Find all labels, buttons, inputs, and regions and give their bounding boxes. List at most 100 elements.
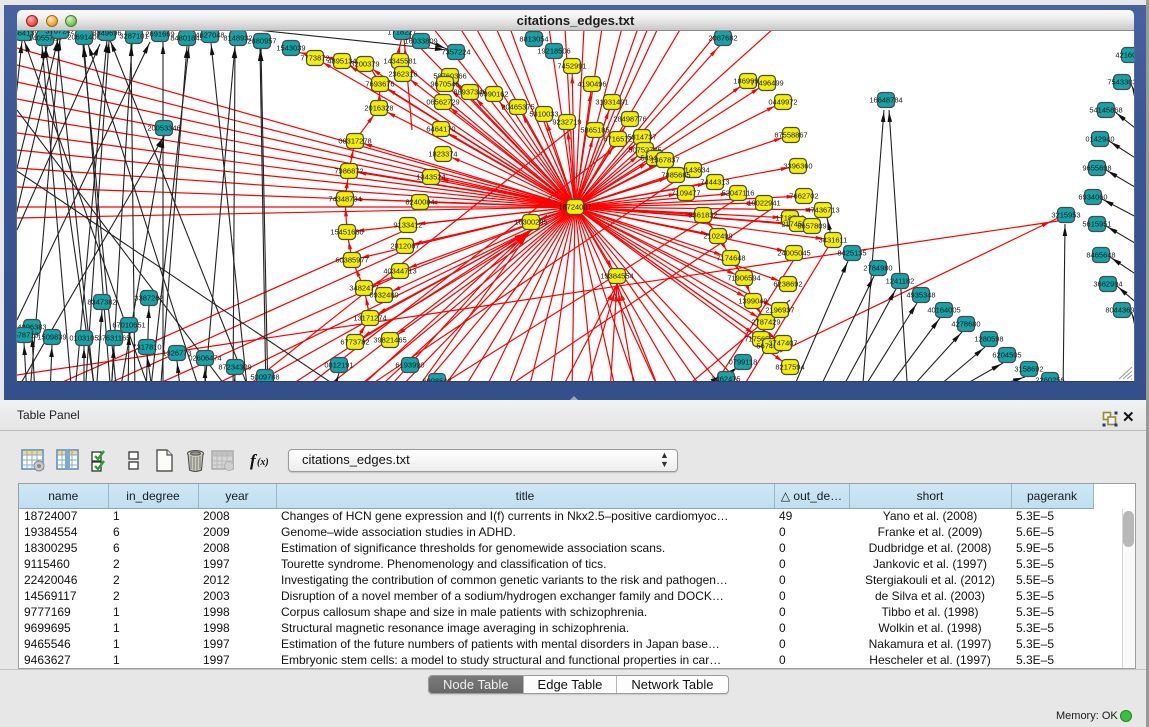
svg-text:1509839: 1509839	[37, 333, 66, 342]
svg-text:2812067: 2812067	[390, 242, 419, 251]
svg-text:08317278: 08317278	[338, 137, 371, 146]
svg-text:8657809: 8657809	[797, 222, 826, 231]
svg-text:5865185: 5865185	[580, 126, 609, 135]
svg-text:19218506: 19218506	[537, 47, 570, 56]
svg-text:67010651: 67010651	[112, 321, 145, 330]
svg-text:2260256: 2260256	[1035, 376, 1064, 382]
svg-text:(x): (x)	[257, 457, 269, 468]
svg-text:0142940: 0142940	[1085, 135, 1114, 144]
svg-text:24005045: 24005045	[777, 249, 810, 258]
svg-text:3662994: 3662994	[1093, 280, 1122, 289]
svg-text:1399049: 1399049	[738, 297, 767, 306]
svg-text:7986872: 7986872	[334, 167, 363, 176]
svg-text:71906594: 71906594	[727, 274, 760, 283]
svg-text:1343524: 1343524	[416, 173, 445, 182]
svg-text:9361832: 9361832	[688, 211, 717, 220]
svg-text:6578713: 6578713	[17, 331, 39, 340]
svg-text:28498776: 28498776	[613, 115, 646, 124]
svg-text:3431611: 3431611	[819, 236, 848, 245]
svg-text:2784980: 2784980	[863, 264, 892, 273]
svg-text:0449972: 0449972	[768, 98, 797, 107]
svg-text:06562729: 06562729	[426, 98, 459, 107]
svg-text:3462475: 3462475	[711, 375, 740, 382]
svg-text:16033809: 16033809	[404, 37, 437, 46]
svg-text:77496499: 77496499	[750, 79, 783, 88]
svg-text:18724007: 18724007	[558, 203, 591, 212]
svg-text:3215953: 3215953	[1051, 211, 1080, 220]
svg-text:37631165: 37631165	[98, 334, 131, 343]
svg-text:3287101: 3287101	[119, 32, 148, 41]
svg-text:0799118: 0799118	[729, 358, 758, 367]
svg-text:87558867: 87558867	[774, 131, 807, 140]
svg-text:9655698: 9655698	[1082, 164, 1111, 173]
svg-text:7543303: 7543303	[1107, 78, 1134, 87]
svg-text:54145868: 54145868	[1089, 106, 1122, 115]
svg-text:7357224: 7357224	[441, 48, 470, 57]
svg-text:6204505: 6204505	[992, 351, 1021, 360]
svg-text:7773872: 7773872	[300, 54, 329, 63]
svg-text:7174648: 7174648	[716, 254, 745, 263]
svg-text:8425135: 8425135	[837, 249, 866, 258]
svg-text:4278680: 4278680	[951, 320, 980, 329]
svg-text:5009788: 5009788	[250, 373, 279, 382]
svg-text:47436713: 47436713	[806, 206, 839, 215]
svg-text:9232719: 9232719	[552, 118, 581, 127]
svg-text:5615951: 5615951	[1082, 220, 1111, 229]
svg-text:39821465: 39821465	[373, 336, 406, 345]
svg-text:4190496: 4190496	[577, 80, 606, 89]
svg-text:0103105: 0103105	[69, 334, 98, 343]
svg-text:1367837: 1367837	[650, 156, 679, 165]
svg-text:8813054: 8813054	[519, 35, 548, 44]
svg-text:02606474: 02606474	[188, 354, 221, 363]
svg-text:2880957: 2880957	[247, 37, 276, 46]
svg-text:87234309: 87234309	[218, 363, 251, 372]
svg-text:1280598: 1280598	[974, 335, 1003, 344]
svg-text:6934060: 6934060	[1078, 193, 1107, 202]
svg-text:8347382: 8347382	[87, 298, 116, 307]
svg-text:3158692: 3158692	[1014, 365, 1043, 374]
svg-text:74348734: 74348734	[328, 195, 361, 204]
svg-text:6193990: 6193990	[395, 361, 424, 370]
svg-text:1326773: 1326773	[162, 349, 191, 358]
svg-text:2087682: 2087682	[708, 34, 737, 43]
svg-text:40164005: 40164005	[927, 306, 960, 315]
svg-text:19022941: 19022941	[747, 199, 780, 208]
svg-text:7444313: 7444313	[700, 178, 729, 187]
svg-text:60385977: 60385977	[335, 256, 368, 265]
svg-text:9133412: 9133412	[393, 221, 422, 230]
svg-text:7693676: 7693676	[365, 80, 394, 89]
svg-text:52047116: 52047116	[722, 189, 755, 198]
svg-text:8465648: 8465648	[1086, 251, 1115, 260]
svg-text:31931491: 31931491	[595, 98, 628, 107]
svg-text:5314737: 5314737	[627, 133, 656, 142]
svg-text:2016328: 2016328	[364, 104, 393, 113]
svg-text:7885685: 7885685	[661, 171, 690, 180]
svg-text:4627048: 4627048	[195, 31, 224, 40]
svg-text:0812191: 0812191	[324, 361, 353, 370]
svg-text:7452991: 7452991	[557, 62, 586, 71]
svg-text:40344713: 40344713	[383, 267, 416, 276]
svg-text:7109477: 7109477	[671, 189, 700, 198]
svg-text:20053346: 20053346	[147, 124, 180, 133]
svg-text:18300295: 18300295	[514, 218, 547, 227]
svg-text:7662702: 7662702	[789, 192, 818, 201]
svg-text:16648784: 16648784	[869, 96, 902, 105]
svg-text:4935348: 4935348	[906, 291, 935, 300]
svg-text:2787429: 2787429	[751, 318, 780, 327]
svg-text:8849696: 8849696	[92, 31, 121, 38]
svg-text:8240084: 8240084	[405, 198, 434, 207]
svg-text:8217594: 8217594	[775, 363, 804, 372]
svg-text:3396360: 3396360	[783, 162, 812, 171]
svg-text:14345581: 14345581	[383, 57, 416, 66]
svg-text:2102499: 2102499	[703, 232, 732, 241]
svg-text:3387262: 3387262	[134, 294, 163, 303]
svg-text:6998543: 6998543	[422, 377, 451, 382]
svg-text:15451680: 15451680	[330, 228, 363, 237]
svg-text:6990162: 6990162	[479, 90, 508, 99]
svg-text:4216073: 4216073	[1115, 51, 1134, 60]
svg-text:1823374: 1823374	[428, 150, 457, 159]
svg-text:0932480: 0932480	[369, 291, 398, 300]
svg-text:2362316: 2362316	[388, 70, 417, 79]
svg-text:2196937: 2196937	[765, 306, 794, 315]
svg-text:6773782: 6773782	[340, 338, 369, 347]
